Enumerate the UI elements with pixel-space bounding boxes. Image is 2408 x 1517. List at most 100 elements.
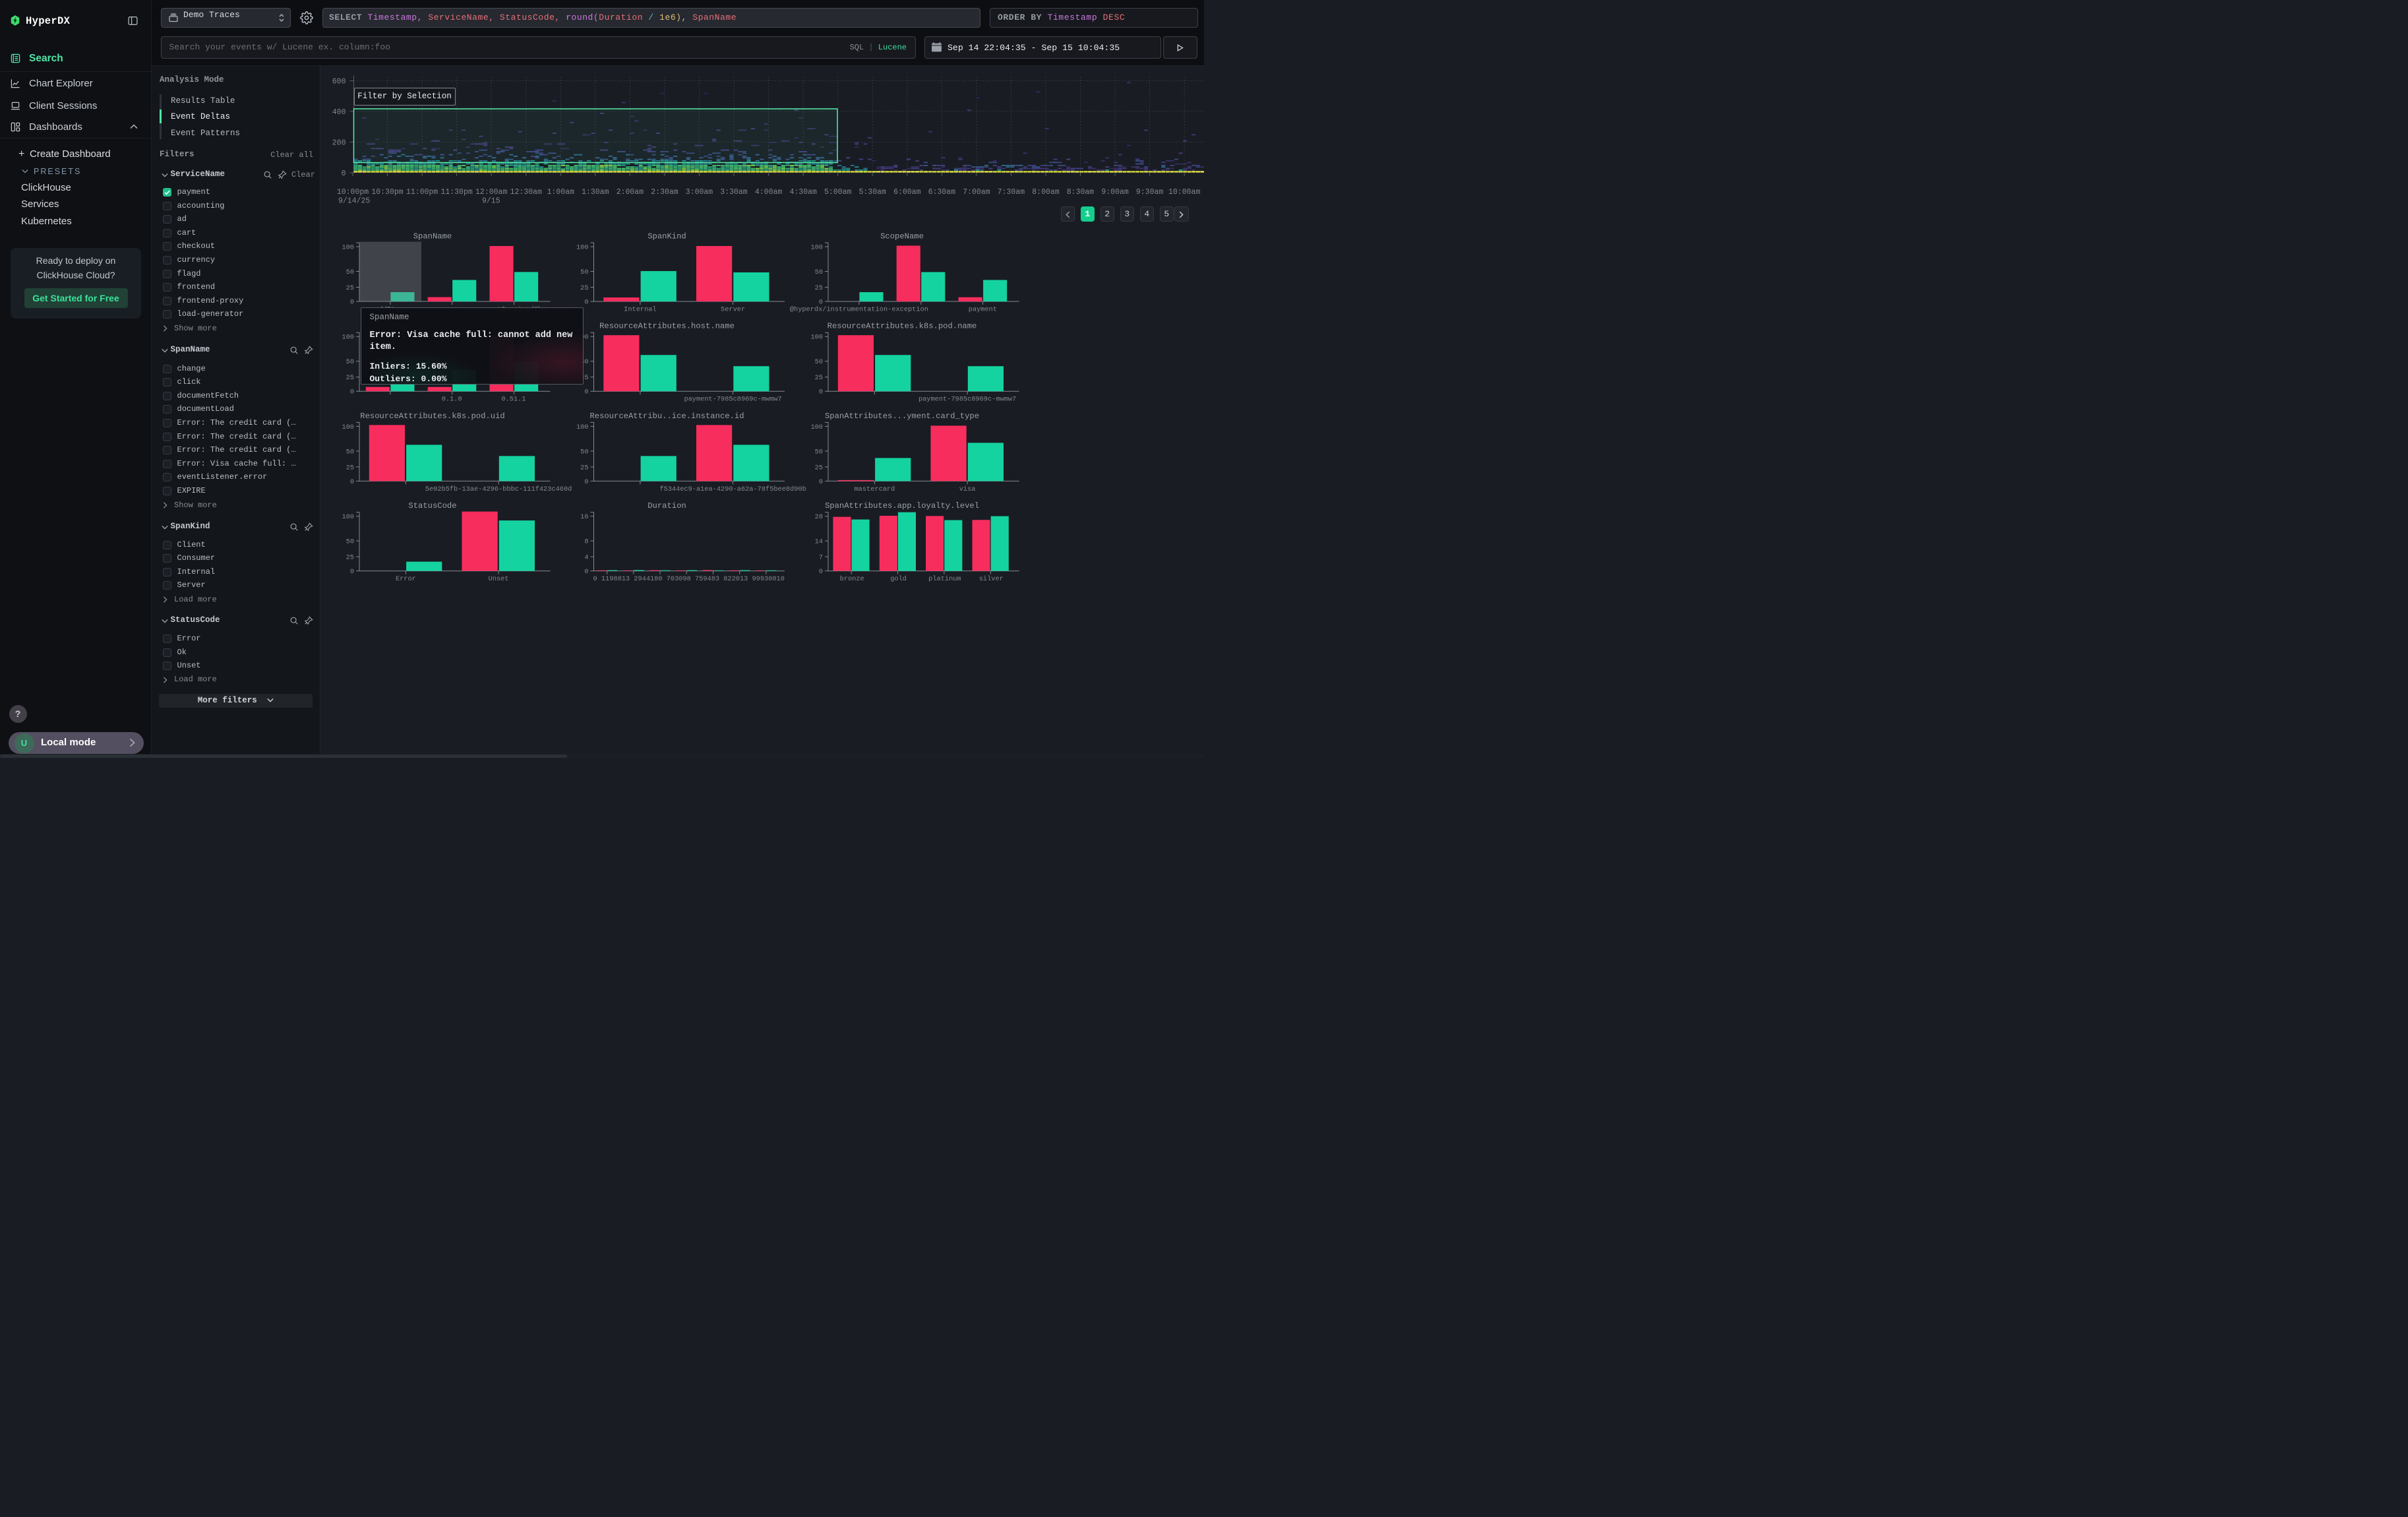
svg-text:14: 14 [815,538,823,546]
svg-text:0 1198813 2944180 703098 75948: 0 1198813 2944180 703098 759483 822013 9… [593,575,785,583]
svg-text:3:00am: 3:00am [686,188,713,197]
svg-text:25: 25 [346,464,354,472]
svg-text:ResourceAttributes.host.name: ResourceAttributes.host.name [599,322,735,331]
svg-text:visa: visa [959,485,976,493]
svg-text:5:00am: 5:00am [824,188,852,197]
svg-text:50: 50 [346,538,354,546]
svg-text:200: 200 [332,139,346,147]
svg-text:100: 100 [342,513,354,521]
svg-text:11:30pm: 11:30pm [440,188,472,197]
svg-text:9/15: 9/15 [482,197,500,206]
svg-text:0: 0 [584,388,588,396]
svg-text:0: 0 [584,298,588,306]
svg-text:50: 50 [580,448,588,456]
svg-text:0: 0 [350,568,354,576]
svg-text:4: 4 [584,554,588,562]
svg-text:25: 25 [346,374,354,382]
svg-text:50: 50 [815,448,823,456]
svg-text:400: 400 [332,108,346,117]
svg-text:16: 16 [580,513,588,521]
svg-text:platinum: platinum [928,575,961,583]
svg-text:50: 50 [346,268,354,276]
svg-text:50: 50 [580,268,588,276]
svg-text:ResourceAttribu..ice.instance.: ResourceAttribu..ice.instance.id [589,412,744,421]
svg-text:payment-7985c8969c-mwmw7: payment-7985c8969c-mwmw7 [684,396,781,404]
svg-text:6:30am: 6:30am [928,188,956,197]
svg-text:50: 50 [346,358,354,366]
svg-text:0: 0 [819,388,823,396]
svg-text:4:00am: 4:00am [755,188,783,197]
svg-text:9:30am: 9:30am [1136,188,1164,197]
svg-text:7: 7 [819,554,823,562]
svg-text:25: 25 [346,284,354,292]
svg-text:100: 100 [576,243,589,251]
svg-text:0: 0 [819,478,823,486]
svg-text:12:30am: 12:30am [510,188,542,197]
svg-text:0: 0 [819,568,823,576]
svg-text:payment-7985c8969c-mwmw7: payment-7985c8969c-mwmw7 [918,396,1016,404]
svg-text:mastercard: mastercard [855,485,895,493]
svg-text:gold: gold [890,575,907,583]
svg-text:100: 100 [810,243,823,251]
svg-text:1:30am: 1:30am [582,188,609,197]
svg-text:0: 0 [342,170,346,178]
svg-text:ResourceAttributes.k8s.pod.nam: ResourceAttributes.k8s.pod.name [828,322,977,331]
svg-text:2:00am: 2:00am [617,188,644,197]
svg-text:ScopeName: ScopeName [880,232,924,241]
svg-text:100: 100 [810,334,823,342]
svg-text:12:00am: 12:00am [475,188,507,197]
svg-text:8:00am: 8:00am [1032,188,1060,197]
svg-text:StatusCode: StatusCode [408,501,456,511]
svg-text:payment: payment [969,306,997,314]
svg-text:100: 100 [342,423,354,431]
svg-text:100: 100 [342,243,354,251]
svg-text:SpanName: SpanName [413,232,452,241]
svg-text:@hyperdx/instrumentation-excep: @hyperdx/instrumentation-exception [790,306,928,314]
svg-text:0: 0 [350,478,354,486]
svg-text:8: 8 [584,538,588,546]
svg-text:600: 600 [332,78,346,86]
svg-text:25: 25 [815,284,823,292]
svg-text:50: 50 [815,358,823,366]
svg-text:10:30pm: 10:30pm [371,188,403,197]
svg-text:0: 0 [584,568,588,576]
svg-text:SpanKind: SpanKind [647,232,686,241]
svg-text:0: 0 [350,388,354,396]
svg-text:SpanAttributes.app.loyalty.lev: SpanAttributes.app.loyalty.level [825,501,979,511]
svg-text:7:30am: 7:30am [998,188,1025,197]
svg-text:bronze: bronze [840,575,864,583]
svg-text:Internal: Internal [624,306,656,314]
svg-text:1:00am: 1:00am [547,188,575,197]
svg-text:0: 0 [350,298,354,306]
svg-text:25: 25 [815,464,823,472]
svg-text:7:00am: 7:00am [963,188,990,197]
svg-text:50: 50 [346,448,354,456]
svg-text:10:00pm: 10:00pm [337,188,369,197]
svg-text:11:00pm: 11:00pm [406,188,438,197]
svg-text:Error: Error [396,575,416,583]
svg-text:0: 0 [584,478,588,486]
svg-text:3:30am: 3:30am [720,188,748,197]
svg-text:Duration: Duration [647,501,686,511]
svg-text:10:00am: 10:00am [1168,188,1200,197]
svg-text:100: 100 [342,334,354,342]
svg-text:silver: silver [979,575,1004,583]
svg-text:25: 25 [815,374,823,382]
svg-text:9:00am: 9:00am [1101,188,1129,197]
svg-text:25: 25 [346,554,354,562]
svg-text:25: 25 [580,284,588,292]
svg-text:6:00am: 6:00am [893,188,921,197]
svg-text:9/14/25: 9/14/25 [338,197,370,206]
svg-text:5e02b5fb-13ae-4296-bbbc-111f42: 5e02b5fb-13ae-4296-bbbc-111f423c460d [425,485,572,493]
svg-text:0.1.0: 0.1.0 [442,396,462,404]
svg-text:2:30am: 2:30am [651,188,678,197]
svg-text:5:30am: 5:30am [858,188,886,197]
svg-text:f5344ec9-a1ea-4290-a62a-78f5be: f5344ec9-a1ea-4290-a62a-78f5bee8d90b [659,485,806,493]
svg-text:0.51.1: 0.51.1 [501,396,526,404]
svg-text:SpanAttributes...yment.card_ty: SpanAttributes...yment.card_type [825,412,979,421]
svg-text:28: 28 [815,513,823,521]
svg-text:8:30am: 8:30am [1067,188,1095,197]
svg-text:100: 100 [810,423,823,431]
svg-text:4:30am: 4:30am [789,188,817,197]
svg-text:50: 50 [815,268,823,276]
